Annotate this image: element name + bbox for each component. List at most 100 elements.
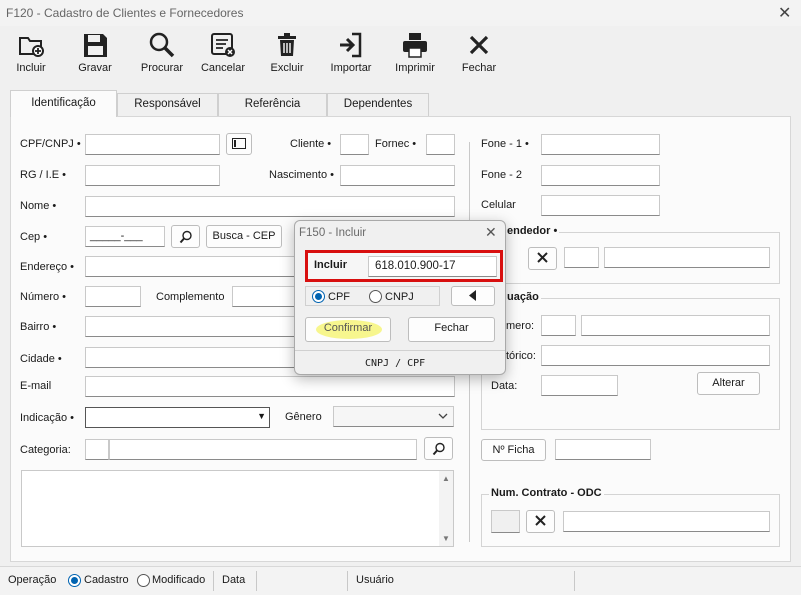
observacoes-textarea[interactable]: ▲ ▼	[21, 470, 454, 547]
confirmar-button[interactable]: Confirmar	[305, 317, 391, 342]
status-divider	[347, 571, 348, 591]
dialog-fechar-button[interactable]: Fechar	[408, 317, 495, 342]
close-icon	[535, 515, 546, 526]
dialog-footer: CNPJ / CPF	[365, 358, 426, 369]
cpf-card-button[interactable]	[226, 133, 252, 155]
dialog-back-button[interactable]	[451, 286, 495, 306]
alterar-button[interactable]: Alterar	[697, 372, 760, 395]
cancelar-button[interactable]: Cancelar	[192, 26, 254, 80]
fornec-checkbox[interactable]	[426, 134, 455, 155]
cliente-checkbox[interactable]	[340, 134, 369, 155]
tab-identificacao[interactable]: Identificação	[10, 90, 117, 117]
vendedor-clear-button[interactable]	[528, 247, 557, 270]
nascimento-input[interactable]	[340, 165, 455, 186]
usuario-status-label: Usuário	[356, 574, 394, 586]
dialog-cpf-input[interactable]: 618.010.900-17	[368, 256, 497, 277]
window-close-icon[interactable]: ✕	[778, 3, 791, 23]
contrato-code-input[interactable]	[491, 510, 520, 533]
cep-label: Cep •	[20, 231, 48, 243]
operacao-label: Operação	[8, 574, 57, 586]
numero-input[interactable]	[85, 286, 141, 307]
numero-label: Número •	[20, 291, 67, 303]
busca-cep-button[interactable]: Busca - CEP	[206, 225, 282, 248]
cpf-cnpj-input[interactable]	[85, 134, 220, 155]
status-bar: Operação Cadastro Modificado Data Usuári…	[0, 566, 801, 595]
indicacao-select[interactable]: ▼	[85, 407, 270, 428]
trash-icon	[278, 33, 296, 56]
dialog-divider	[295, 350, 505, 351]
contrato-title: Num. Contrato - ODC	[489, 487, 604, 499]
rg-ie-input[interactable]	[85, 165, 220, 186]
scroll-down-icon[interactable]: ▼	[442, 534, 450, 543]
cep-input[interactable]: _____-___	[85, 226, 165, 247]
folder-plus-icon	[19, 37, 44, 57]
cnpj-radio[interactable]	[369, 290, 382, 303]
cpf-cnpj-label: CPF/CNPJ •	[20, 138, 81, 150]
title-bar: F120 - Cadastro de Clientes e Fornecedor…	[0, 0, 801, 26]
bairro-label: Bairro •	[20, 321, 57, 333]
vendedor-title: endedor •	[505, 225, 560, 237]
incluir-label: Incluir	[16, 62, 46, 74]
categoria-desc-input[interactable]	[109, 439, 417, 460]
indicacao-label: Indicação •	[20, 412, 74, 424]
vendedor-name-input[interactable]	[604, 247, 770, 268]
gravar-button[interactable]: Gravar	[64, 26, 126, 80]
fone1-input[interactable]	[541, 134, 660, 155]
data-input[interactable]	[541, 375, 618, 396]
tab-referencia[interactable]: Referência	[218, 93, 327, 116]
email-label: E-mail	[20, 380, 52, 392]
complemento-label: Complemento	[156, 291, 225, 303]
modificado-label: Modificado	[152, 574, 206, 586]
situacao-numero-input[interactable]	[541, 315, 576, 336]
contrato-clear-button[interactable]	[526, 510, 555, 533]
fechar-toolbar-button[interactable]: Fechar	[448, 26, 510, 80]
cancel-list-icon	[211, 33, 235, 57]
historico-input[interactable]	[541, 345, 770, 366]
cpf-radio[interactable]	[312, 290, 325, 303]
scroll-up-icon[interactable]: ▲	[442, 474, 450, 483]
categoria-code-input[interactable]	[85, 439, 109, 460]
email-input[interactable]	[85, 376, 455, 397]
magnifier-icon	[149, 32, 175, 58]
fone2-input[interactable]	[541, 165, 660, 186]
dropdown-arrow-icon: ▼	[257, 411, 266, 421]
data-label: Data:	[491, 380, 518, 392]
cnpj-radio-label: CNPJ	[385, 291, 414, 303]
modificado-radio[interactable]	[137, 574, 150, 587]
arrow-left-icon	[469, 290, 476, 301]
search-icon	[432, 442, 445, 456]
genero-select[interactable]	[333, 406, 454, 427]
imprimir-button[interactable]: Imprimir	[384, 26, 446, 80]
celular-label: Celular	[481, 199, 516, 211]
importar-button[interactable]: Importar	[320, 26, 382, 80]
categoria-search-button[interactable]	[424, 437, 453, 460]
gravar-label: Gravar	[78, 62, 112, 74]
dialog-close-icon[interactable]: ✕	[485, 224, 497, 241]
cadastro-radio[interactable]	[68, 574, 81, 587]
nficha-input[interactable]	[555, 439, 651, 460]
close-icon	[537, 252, 548, 263]
nome-label: Nome •	[20, 200, 57, 212]
status-divider	[574, 571, 575, 591]
incluir-button[interactable]: Incluir	[0, 26, 62, 80]
contrato-input[interactable]	[563, 511, 770, 532]
close-x-icon	[469, 35, 489, 55]
tab-responsavel[interactable]: Responsável	[117, 93, 218, 116]
celular-input[interactable]	[541, 195, 660, 216]
tab-dependentes[interactable]: Dependentes	[327, 93, 429, 116]
printer-icon	[403, 33, 427, 58]
nascimento-label: Nascimento •	[269, 169, 334, 181]
textarea-scrollbar[interactable]: ▲ ▼	[439, 471, 453, 546]
situacao-numero-label: mero:	[506, 320, 535, 332]
cancelar-label: Cancelar	[200, 62, 246, 74]
procurar-button[interactable]: Procurar	[131, 26, 193, 80]
situacao-desc-input[interactable]	[581, 315, 770, 336]
situacao-title: uação	[505, 291, 541, 303]
status-divider	[213, 571, 214, 591]
vendedor-code-input[interactable]	[564, 247, 599, 268]
cep-search-button[interactable]	[171, 225, 200, 248]
cpf-radio-label: CPF	[328, 291, 350, 303]
nome-input[interactable]	[85, 196, 455, 217]
excluir-button[interactable]: Excluir	[256, 26, 318, 80]
dialog-incluir-label: Incluir	[314, 259, 348, 271]
